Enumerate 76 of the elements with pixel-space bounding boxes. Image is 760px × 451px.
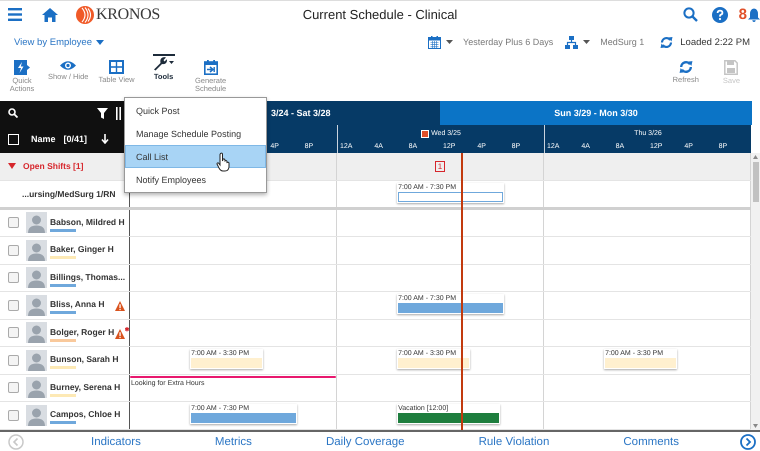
- avatar: [26, 267, 47, 288]
- avatar: [26, 294, 47, 316]
- caret-icon[interactable]: [446, 40, 454, 44]
- lightning-icon: [14, 60, 30, 75]
- notification-count: 8: [738, 6, 747, 23]
- columns-icon[interactable]: [116, 106, 122, 120]
- checkbox[interactable]: [8, 354, 19, 366]
- footer-tab[interactable]: Comments: [623, 436, 679, 448]
- hand-cursor-icon: [216, 152, 232, 172]
- scroll-down-icon[interactable]: [753, 424, 758, 428]
- menu-icon[interactable]: [8, 8, 22, 21]
- group-label[interactable]: Open Shifts [1]: [23, 161, 84, 172]
- refresh-icon[interactable]: [660, 36, 674, 48]
- scroll-up-icon[interactable]: [753, 155, 758, 159]
- caret-icon[interactable]: [583, 40, 590, 44]
- avatar: [26, 377, 47, 398]
- warning-icon[interactable]: [115, 301, 125, 311]
- avatar: [26, 240, 47, 261]
- count-badge[interactable]: 1: [434, 160, 446, 172]
- employee-name[interactable]: Bunson, Sarah H: [50, 354, 118, 364]
- footer-tab[interactable]: Indicators: [91, 436, 141, 448]
- row-count: [0/41]: [64, 134, 88, 144]
- search-icon[interactable]: [8, 108, 18, 118]
- job-path: ...ursing/MedSurg 1/RN: [22, 188, 116, 198]
- menu-item[interactable]: Manage Schedule Posting: [125, 122, 266, 145]
- caret-down-icon[interactable]: [8, 163, 16, 170]
- page-title: Current Schedule - Clinical: [302, 7, 458, 22]
- menu-item[interactable]: Call List: [125, 145, 266, 168]
- loaded-time: Loaded 2:22 PM: [680, 36, 750, 48]
- home-icon[interactable]: [42, 8, 58, 22]
- wrench-icon: [152, 56, 175, 71]
- sort-arrow-icon[interactable]: [101, 134, 110, 144]
- scroll-thumb[interactable]: [752, 162, 758, 202]
- checkbox[interactable]: [8, 300, 19, 311]
- avatar: [26, 322, 47, 344]
- filter-icon[interactable]: [97, 108, 108, 118]
- scrollbar[interactable]: [751, 153, 760, 430]
- column-header[interactable]: Name: [31, 134, 56, 144]
- employee-name[interactable]: Burney, Serena H: [50, 382, 120, 392]
- logo-icon: [76, 6, 94, 24]
- location-label[interactable]: MedSurg 1: [600, 37, 644, 47]
- caret-icon: [96, 40, 104, 44]
- eye-icon: [60, 60, 76, 71]
- avatar: [26, 350, 47, 371]
- help-icon[interactable]: [712, 6, 728, 22]
- footer-tab[interactable]: Daily Coverage: [326, 436, 405, 448]
- checkbox[interactable]: [8, 217, 19, 228]
- employee-name[interactable]: Baker, Ginger H: [50, 244, 114, 254]
- grid-icon: [109, 60, 124, 74]
- employee-name[interactable]: Campos, Chloe H: [50, 409, 120, 420]
- avatar: [26, 404, 47, 426]
- footer-tab[interactable]: Rule Violation: [478, 436, 550, 448]
- next-icon[interactable]: [740, 434, 756, 450]
- employee-name[interactable]: Billings, Thomas...: [50, 272, 126, 282]
- checkbox[interactable]: [8, 382, 19, 394]
- period-label[interactable]: Yesterday Plus 6 Days: [463, 37, 554, 47]
- org-chart-icon[interactable]: [565, 36, 578, 48]
- footer-tab[interactable]: Metrics: [214, 436, 252, 448]
- employee-name[interactable]: Babson, Mildred H: [50, 216, 125, 227]
- refresh-icon: [678, 60, 693, 74]
- bell-icon[interactable]: [748, 8, 760, 22]
- save-icon: [724, 60, 738, 75]
- employee-name[interactable]: Bolger, Roger H: [50, 326, 114, 337]
- week-header[interactable]: Sun 3/29 - Mon 3/30: [440, 101, 752, 125]
- checkbox[interactable]: [8, 327, 19, 338]
- availability-line[interactable]: [130, 376, 336, 378]
- logo-text: KRONOS: [96, 6, 160, 24]
- view-selector[interactable]: View by Employee: [14, 36, 104, 48]
- warning-icon[interactable]: [115, 328, 125, 338]
- employee-name[interactable]: Bliss, Anna H: [50, 299, 104, 310]
- calendar-icon[interactable]: [428, 36, 442, 48]
- menu-item[interactable]: Notify Employees: [125, 168, 266, 191]
- checkbox[interactable]: [8, 410, 19, 421]
- checkbox[interactable]: [8, 244, 19, 256]
- avatar: [26, 212, 47, 234]
- checkbox[interactable]: [8, 272, 19, 284]
